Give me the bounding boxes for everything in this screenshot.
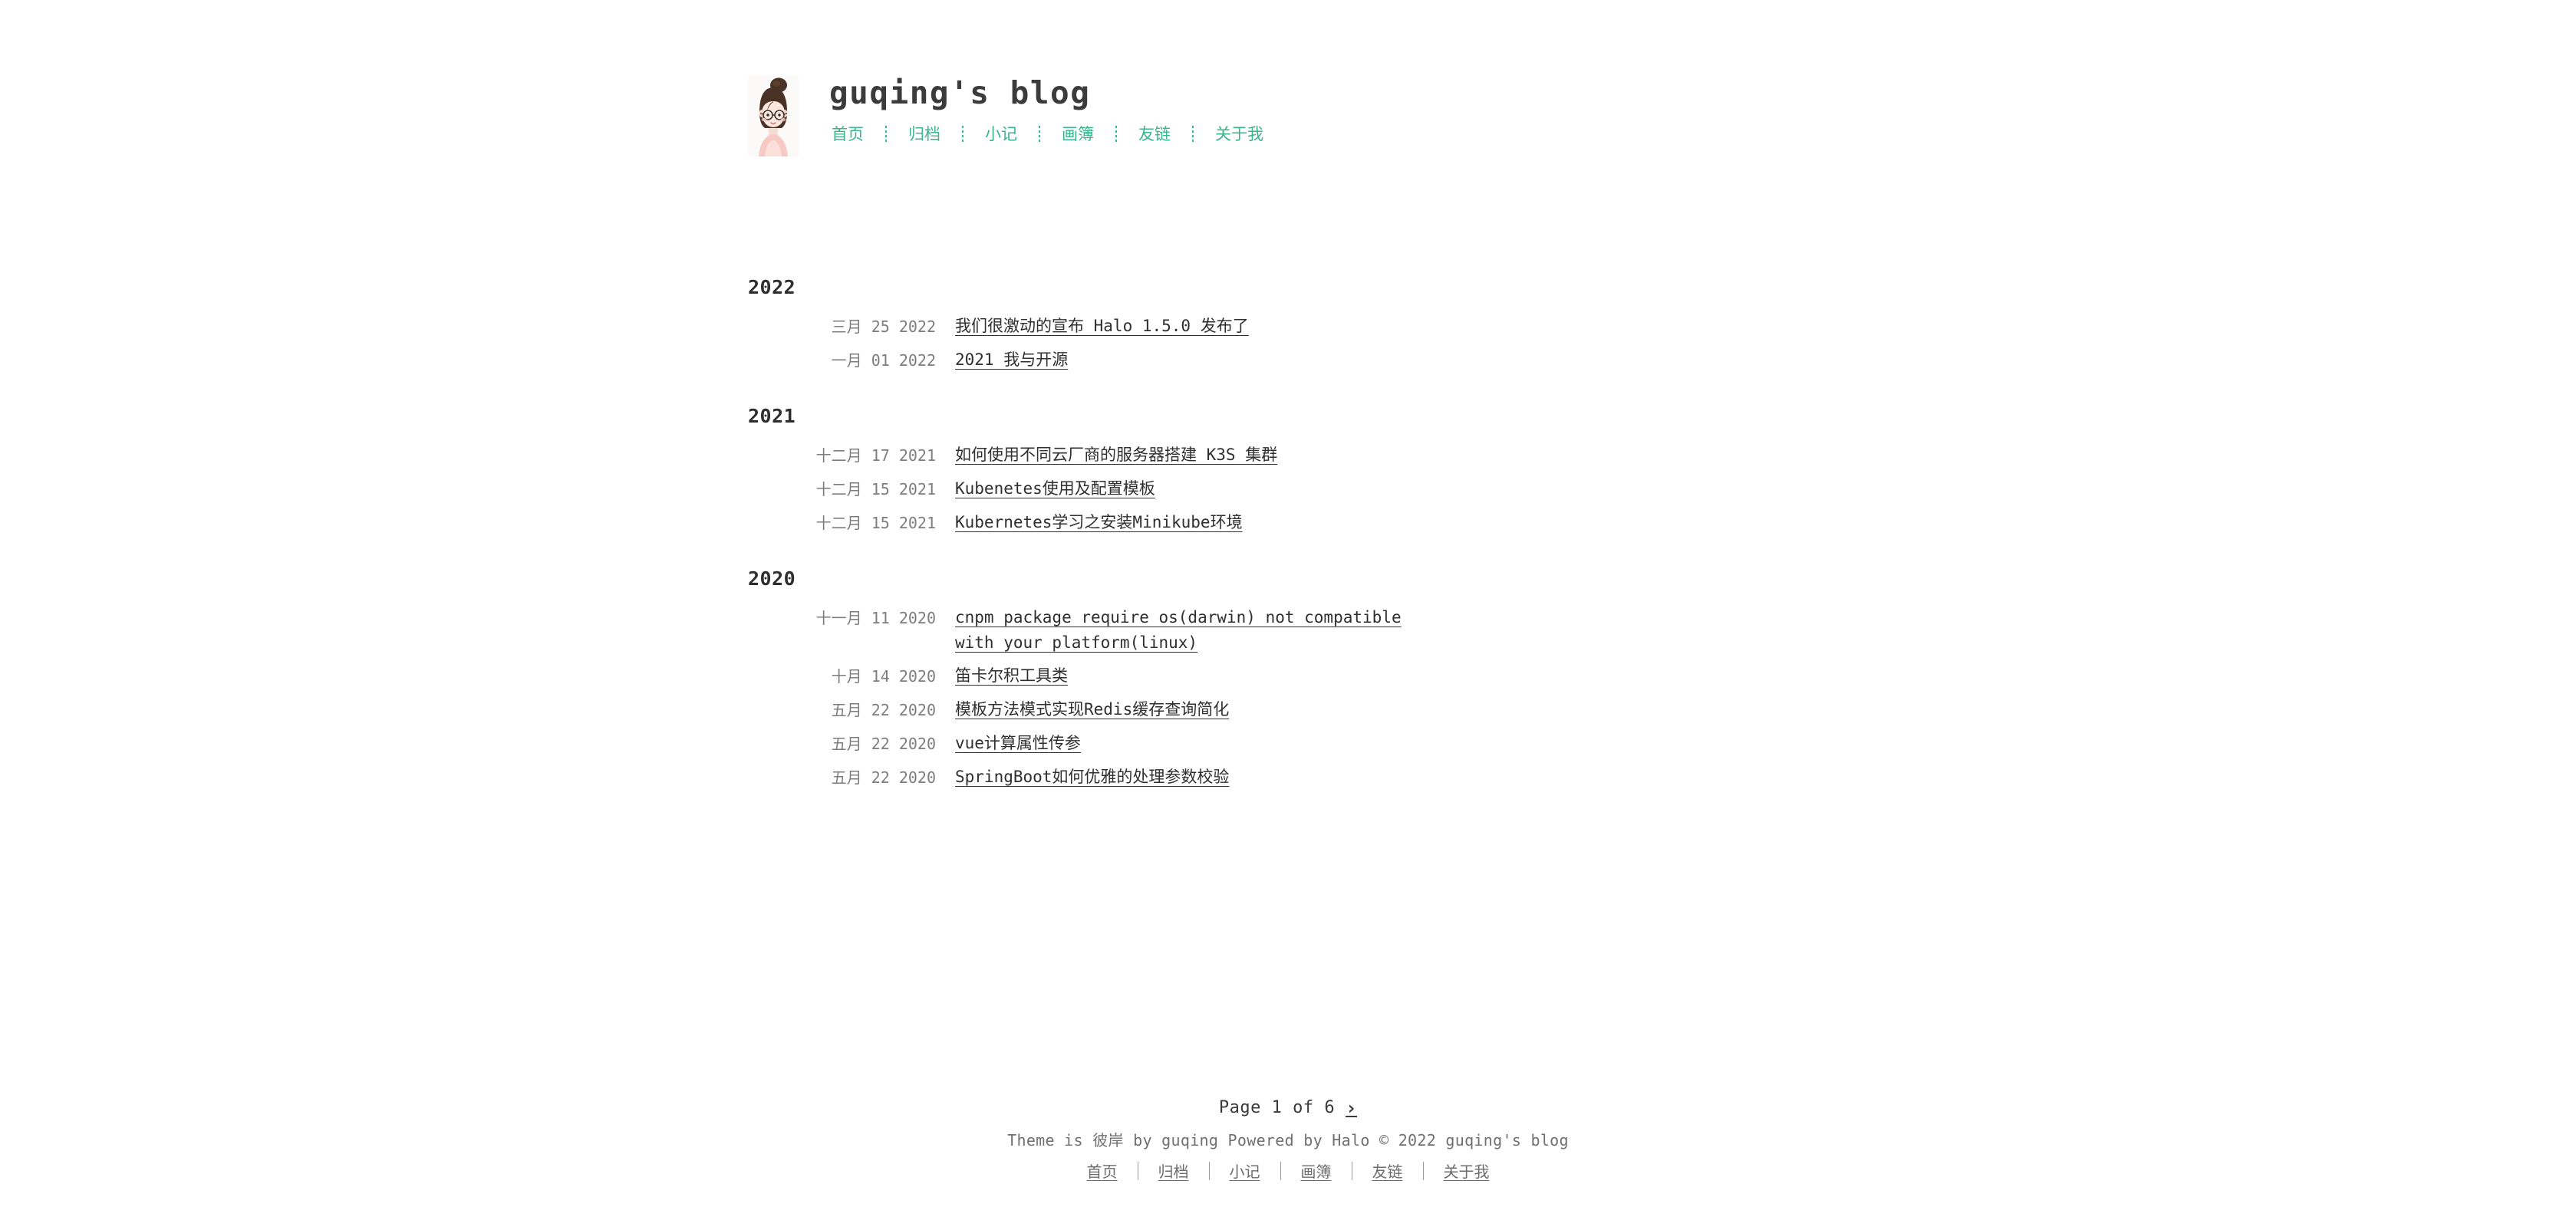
nav-separator — [1192, 126, 1194, 143]
post-title-link[interactable]: SpringBoot如何优雅的处理参数校验 — [955, 765, 1229, 790]
footer-link-notes[interactable]: 小记 — [1230, 1159, 1260, 1182]
site-footer: Page 1 of 6 › Theme is 彼岸 by guqing Powe… — [0, 1098, 2576, 1182]
post-row: 三月 25 2022 我们很激动的宣布 Halo 1.5.0 发布了 — [748, 314, 1707, 339]
post-title-link[interactable]: 2021 我与开源 — [955, 347, 1068, 373]
post-title-link[interactable]: Kubenetes使用及配置模板 — [955, 476, 1155, 502]
post-title-link[interactable]: 笛卡尔积工具类 — [955, 663, 1068, 689]
post-title-link[interactable]: 我们很激动的宣布 Halo 1.5.0 发布了 — [955, 314, 1249, 339]
post-date: 三月 25 2022 — [831, 317, 936, 336]
post-row: 十二月 17 2021 如何使用不同云厂商的服务器搭建 K3S 集群 — [748, 442, 1707, 468]
footer-link-about[interactable]: 关于我 — [1444, 1159, 1490, 1182]
page-root: guqing's blog 首页 归档 小记 画簿 友链 关于我 2022 三月… — [0, 0, 2576, 1207]
post-row: 五月 22 2020 模板方法模式实现Redis缓存查询简化 — [748, 697, 1707, 722]
pagination-label: Page 1 of 6 — [1218, 1098, 1336, 1117]
post-title-link[interactable]: 模板方法模式实现Redis缓存查询简化 — [955, 697, 1229, 722]
nav-item-home[interactable]: 首页 — [832, 126, 864, 143]
post-title-link[interactable]: 如何使用不同云厂商的服务器搭建 K3S 集群 — [955, 442, 1277, 468]
pagination: Page 1 of 6 › — [0, 1098, 2576, 1117]
post-date: 一月 01 2022 — [831, 351, 936, 370]
footer-link-friends[interactable]: 友链 — [1372, 1159, 1403, 1182]
footer-separator — [1422, 1161, 1424, 1180]
post-date: 五月 22 2020 — [831, 701, 936, 720]
footer-credit: Theme is 彼岸 by guqing Powered by Halo © … — [1007, 1131, 1569, 1149]
post-row: 十一月 11 2020 cnpm package require os(darw… — [748, 605, 1707, 655]
year-heading: 2021 — [748, 405, 796, 427]
post-date: 十一月 11 2020 — [815, 609, 936, 627]
footer-link-gallery[interactable]: 画簿 — [1301, 1159, 1332, 1182]
post-date: 五月 22 2020 — [831, 735, 936, 754]
nav-item-archive[interactable]: 归档 — [908, 126, 940, 143]
footer-nav: 首页 归档 小记 画簿 友链 关于我 — [0, 1159, 2576, 1182]
post-date: 十二月 17 2021 — [815, 446, 936, 465]
post-date: 十二月 15 2021 — [815, 514, 936, 532]
nav-item-notes[interactable]: 小记 — [985, 126, 1017, 143]
site-header: guqing's blog 首页 归档 小记 画簿 友链 关于我 — [0, 74, 2576, 156]
year-heading: 2020 — [748, 567, 796, 590]
post-row: 十二月 15 2021 Kubenetes使用及配置模板 — [748, 476, 1707, 502]
post-row: 一月 01 2022 2021 我与开源 — [748, 347, 1707, 373]
year-heading: 2022 — [748, 276, 796, 298]
post-row: 十月 14 2020 笛卡尔积工具类 — [748, 663, 1707, 689]
nav-item-about[interactable]: 关于我 — [1215, 126, 1263, 143]
post-title-link[interactable]: cnpm package require os(darwin) not comp… — [955, 605, 1415, 655]
footer-separator — [1208, 1161, 1210, 1180]
post-row: 五月 22 2020 vue计算属性传参 — [748, 731, 1707, 756]
post-title-link[interactable]: Kubernetes学习之安装Minikube环境 — [955, 510, 1243, 535]
nav-separator — [885, 126, 887, 143]
nav-separator — [1115, 126, 1117, 143]
post-row: 十二月 15 2021 Kubernetes学习之安装Minikube环境 — [748, 510, 1707, 535]
year-group-2020: 2020 十一月 11 2020 cnpm package require os… — [748, 567, 1707, 790]
year-group-2021: 2021 十二月 17 2021 如何使用不同云厂商的服务器搭建 K3S 集群 … — [748, 405, 1707, 535]
footer-link-archive[interactable]: 归档 — [1158, 1159, 1189, 1182]
nav-item-gallery[interactable]: 画簿 — [1062, 126, 1094, 143]
year-group-2022: 2022 三月 25 2022 我们很激动的宣布 Halo 1.5.0 发布了 … — [748, 276, 1707, 373]
nav-separator — [962, 126, 964, 143]
site-title: guqing's blog — [829, 74, 1091, 111]
footer-separator — [1280, 1161, 1281, 1180]
post-date: 十月 14 2020 — [831, 667, 936, 686]
footer-link-home[interactable]: 首页 — [1087, 1159, 1118, 1182]
archive-list: 2022 三月 25 2022 我们很激动的宣布 Halo 1.5.0 发布了 … — [748, 276, 1707, 798]
main-nav: 首页 归档 小记 画簿 友链 关于我 — [829, 126, 1263, 143]
header-text: guqing's blog 首页 归档 小记 画簿 友链 关于我 — [829, 74, 1263, 143]
post-date: 五月 22 2020 — [831, 768, 936, 788]
nav-item-friends[interactable]: 友链 — [1138, 126, 1171, 143]
header-inner: guqing's blog 首页 归档 小记 画簿 友链 关于我 — [748, 74, 1263, 156]
post-row: 五月 22 2020 SpringBoot如何优雅的处理参数校验 — [748, 765, 1707, 790]
post-title-link[interactable]: vue计算属性传参 — [955, 731, 1081, 756]
nav-separator — [1039, 126, 1040, 143]
post-date: 十二月 15 2021 — [815, 480, 936, 498]
avatar — [748, 75, 799, 156]
chevron-right-icon[interactable]: › — [1346, 1099, 1357, 1117]
